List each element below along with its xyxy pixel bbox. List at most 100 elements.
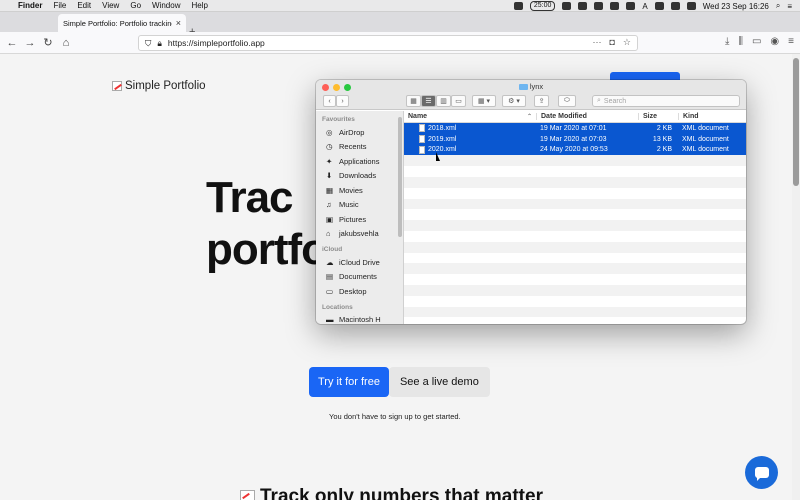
page-actions-icon[interactable]: ··· <box>592 37 601 48</box>
sidebar-item-label: Movies <box>339 185 363 195</box>
column-header-date[interactable]: Date Modified <box>536 113 638 120</box>
sidebar-item-label: Macintosh H <box>339 315 381 324</box>
page-scrollbar[interactable] <box>792 54 800 500</box>
battery-icon[interactable] <box>686 2 696 10</box>
column-view-button[interactable]: ▥ <box>436 95 451 107</box>
icon-view-button[interactable]: ▦ <box>406 95 421 107</box>
menu-go[interactable]: Go <box>130 1 141 10</box>
spotlight-icon[interactable]: ⌕ <box>776 1 780 11</box>
lock-icon[interactable]: 🔒︎ <box>157 38 162 49</box>
file-row[interactable]: 2020.xml 24 May 2020 at 09:53 2 KB XML d… <box>404 144 746 156</box>
chart-emoji-icon <box>240 489 255 500</box>
signup-note: You don't have to sign up to get started… <box>329 412 461 421</box>
empty-row <box>404 263 746 275</box>
airdrop-icon: ◎ <box>326 127 333 137</box>
bluetooth-icon[interactable] <box>654 2 664 10</box>
applications-icon: ✦ <box>326 156 333 166</box>
tab-close-icon[interactable]: × <box>176 18 181 28</box>
finder-forward-button[interactable]: › <box>336 95 349 107</box>
url-text[interactable]: https://simpleportfolio.app <box>168 38 265 48</box>
finder-back-button[interactable]: ‹ <box>323 95 336 107</box>
battery-app-icon[interactable] <box>610 2 620 10</box>
browser-tab-strip: Simple Portfolio: Portfolio tracking f ×… <box>0 12 800 38</box>
volume-icon[interactable] <box>626 2 636 10</box>
library-icon[interactable]: ⫼ <box>738 36 743 47</box>
pocket-icon[interactable]: ◘ <box>609 37 614 48</box>
sidebar-item-movies[interactable]: ▦ Movies <box>316 183 403 198</box>
menu-file[interactable]: File <box>53 1 66 10</box>
file-row[interactable]: 2019.xml 19 Mar 2020 at 07:03 13 KB XML … <box>404 133 746 145</box>
action-gear-button[interactable]: ⚙ ▾ <box>502 95 526 107</box>
finder-search-field[interactable]: ⌕ Search <box>592 95 740 107</box>
sidebar-toggle-icon[interactable]: ▭ <box>752 36 761 47</box>
menu-edit[interactable]: Edit <box>77 1 91 10</box>
empty-row <box>404 252 746 264</box>
pomodoro-timer[interactable]: 25:00 <box>529 1 556 11</box>
sidebar-item-applications[interactable]: ✦ Applications <box>316 154 403 169</box>
back-icon[interactable]: ← <box>4 35 20 51</box>
search-icon: ⌕ <box>597 97 601 104</box>
column-header-kind[interactable]: Kind <box>678 113 746 120</box>
sidebar-item-label: Pictures <box>339 214 367 224</box>
page-scrollbar-thumb[interactable] <box>793 58 799 186</box>
hamburger-menu-icon[interactable]: ≡ <box>788 36 794 47</box>
bookmark-star-icon[interactable]: ☆ <box>623 37 631 48</box>
list-view-button[interactable]: ☰ <box>421 95 436 107</box>
menu-view[interactable]: View <box>102 1 119 10</box>
tab-title: Simple Portfolio: Portfolio tracking f <box>63 18 172 28</box>
reload-icon[interactable]: ↻ <box>40 35 56 51</box>
sidebar-item-recents[interactable]: ◷ Recents <box>316 140 403 155</box>
vpn-icon[interactable] <box>578 2 588 10</box>
site-brand[interactable]: Simple Portfolio <box>112 80 206 92</box>
sidebar-item-music[interactable]: ♫ Music <box>316 198 403 213</box>
sidebar-item-airdrop[interactable]: ◎ AirDrop <box>316 125 403 140</box>
downloads-icon[interactable]: ⤓ <box>725 36 729 47</box>
menubar-clock[interactable]: Wed 23 Sep 16:26 <box>703 2 769 11</box>
chat-widget-button[interactable] <box>745 456 778 489</box>
sidebar-item-home[interactable]: ⌂ jakubsvehla <box>316 227 403 242</box>
sidebar-section-favourites: Favourites <box>322 116 355 123</box>
sidebar-item-desktop[interactable]: ▭ Desktop <box>316 284 403 299</box>
try-free-button[interactable]: Try it for free <box>309 367 389 397</box>
file-name: 2018.xml <box>428 124 457 132</box>
chat-icon[interactable] <box>594 2 604 10</box>
sidebar-item-label: jakubsvehla <box>339 229 379 239</box>
screen-icon[interactable] <box>513 2 523 10</box>
sidebar-item-macintosh-hd[interactable]: ▬ Macintosh H <box>316 313 403 324</box>
file-name: 2019.xml <box>428 135 457 143</box>
account-icon[interactable]: ◉ <box>770 36 779 47</box>
hero-cta-row: Try it for free See a live demo <box>309 367 490 397</box>
wifi-icon[interactable] <box>670 2 680 10</box>
browser-tab[interactable]: Simple Portfolio: Portfolio tracking f × <box>58 14 186 32</box>
menu-finder[interactable]: Finder <box>18 1 42 10</box>
menu-help[interactable]: Help <box>191 1 207 10</box>
empty-row <box>404 241 746 253</box>
document-icon: ▤ <box>326 272 334 282</box>
xml-file-icon <box>419 145 425 154</box>
shield-icon[interactable]: ⛉ <box>145 38 151 49</box>
file-date: 19 Mar 2020 at 07:01 <box>540 124 607 132</box>
menu-window[interactable]: Window <box>152 1 180 10</box>
control-center-icon[interactable]: ≡ <box>787 2 792 11</box>
forward-icon[interactable]: → <box>22 35 38 51</box>
dropbox-icon[interactable] <box>562 2 572 10</box>
live-demo-button[interactable]: See a live demo <box>388 367 490 397</box>
file-row[interactable]: 2018.xml 19 Mar 2020 at 07:01 2 KB XML d… <box>404 123 746 134</box>
share-button[interactable]: ⇪ <box>534 95 549 107</box>
group-button[interactable]: ▦ ▾ <box>472 95 496 107</box>
sidebar-item-icloud-drive[interactable]: ☁ iCloud Drive <box>316 255 403 270</box>
column-header-size[interactable]: Size <box>638 113 678 120</box>
sidebar-item-downloads[interactable]: ⬇ Downloads <box>316 169 403 184</box>
sidebar-item-label: Applications <box>339 156 380 166</box>
column-header-name[interactable]: Name ⌃ <box>404 113 536 120</box>
empty-row <box>404 198 746 210</box>
sidebar-item-pictures[interactable]: ▣ Pictures <box>316 212 403 227</box>
tags-button[interactable]: ⬭ <box>558 95 576 107</box>
sidebar-item-documents[interactable]: ▤ Documents <box>316 270 403 285</box>
gallery-view-button[interactable]: ▭ <box>451 95 466 107</box>
url-bar[interactable]: ⛉ 🔒︎ https://simpleportfolio.app ··· ◘ ☆ <box>138 35 638 51</box>
input-source-icon[interactable]: A <box>642 2 647 11</box>
home-icon[interactable]: ⌂ <box>58 35 74 51</box>
file-size: 13 KB <box>652 135 672 143</box>
sidebar-scrollbar[interactable] <box>398 117 402 237</box>
